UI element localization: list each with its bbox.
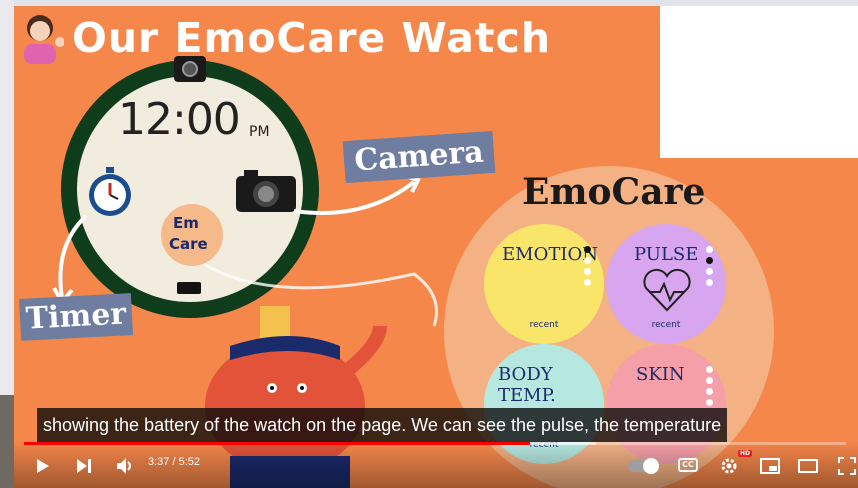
pulse-card: PULSE recent	[606, 224, 726, 344]
fullscreen-icon[interactable]	[838, 457, 856, 475]
buffered-bar	[530, 442, 597, 445]
miniplayer-icon[interactable]	[760, 458, 780, 474]
card-title: PULSE	[634, 244, 699, 265]
card-dots	[706, 366, 714, 410]
timer-label: Timer	[18, 293, 134, 341]
card-title: BODY TEMP.	[498, 364, 556, 406]
volume-icon[interactable]	[116, 457, 134, 475]
webcam-edge	[0, 395, 14, 488]
emotion-card: EMOTION recent	[484, 224, 604, 344]
next-icon[interactable]	[76, 458, 92, 474]
arrow-to-camera	[293, 180, 416, 215]
arrow-to-timer	[58, 214, 88, 299]
settings-icon[interactable]	[720, 457, 738, 475]
captions-icon[interactable]: CC	[678, 458, 698, 472]
screen: Our EmoCare Watch 12:00 PM Em Care Camer…	[0, 0, 858, 488]
card-title: SKIN	[636, 364, 685, 385]
card-recent: recent	[651, 320, 681, 330]
hd-badge: HD	[738, 450, 753, 457]
played-bar	[24, 442, 531, 445]
app-brand: EmoCare	[522, 171, 706, 213]
card-recent: recent	[529, 320, 559, 330]
card-dots	[584, 246, 592, 290]
card-dots	[706, 246, 714, 290]
heart-pulse-icon	[643, 268, 691, 312]
page-left-edge	[0, 0, 14, 395]
theater-icon[interactable]	[798, 459, 818, 473]
player-controls: 3:37 / 5:52 CC HD	[14, 440, 858, 488]
time-display: 3:37 / 5:52	[148, 456, 200, 468]
play-icon[interactable]	[36, 458, 50, 474]
autoplay-toggle[interactable]	[628, 458, 659, 474]
progress-bar[interactable]	[24, 442, 846, 445]
subtitle-caption: showing the battery of the watch on the …	[37, 408, 728, 442]
video-player[interactable]: Our EmoCare Watch 12:00 PM Em Care Camer…	[14, 6, 858, 488]
